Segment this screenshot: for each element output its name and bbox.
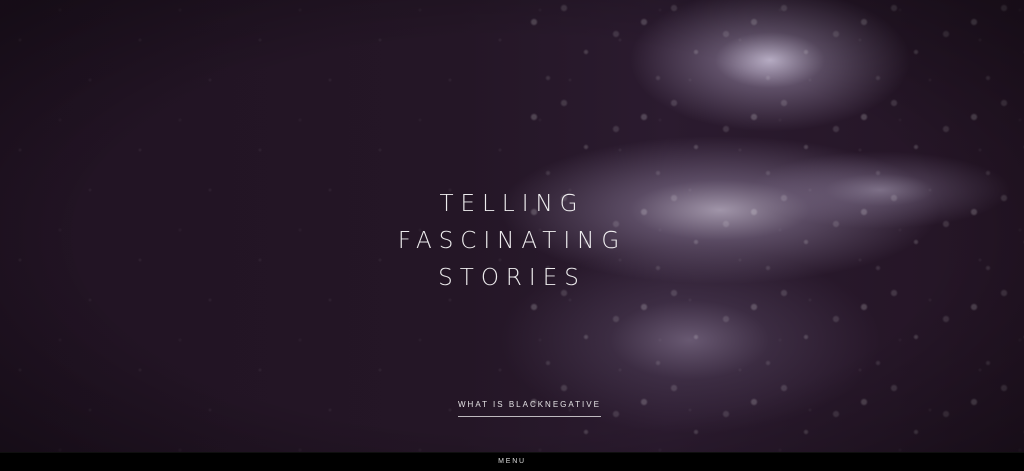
headline-line: FASCINATING xyxy=(397,228,627,254)
hero-headline: TELLING FASCINATING STORIES xyxy=(0,186,1024,297)
what-is-blacknegative-link[interactable]: WHAT IS BLACKNEGATIVE xyxy=(458,400,601,417)
hero-background: TELLING FASCINATING STORIES WHAT IS BLAC… xyxy=(0,0,1024,452)
menu-button[interactable]: MENU xyxy=(0,458,1024,465)
bottom-bar: MENU xyxy=(0,452,1024,471)
headline-line: TELLING xyxy=(439,191,585,217)
headline-line: STORIES xyxy=(438,265,586,291)
